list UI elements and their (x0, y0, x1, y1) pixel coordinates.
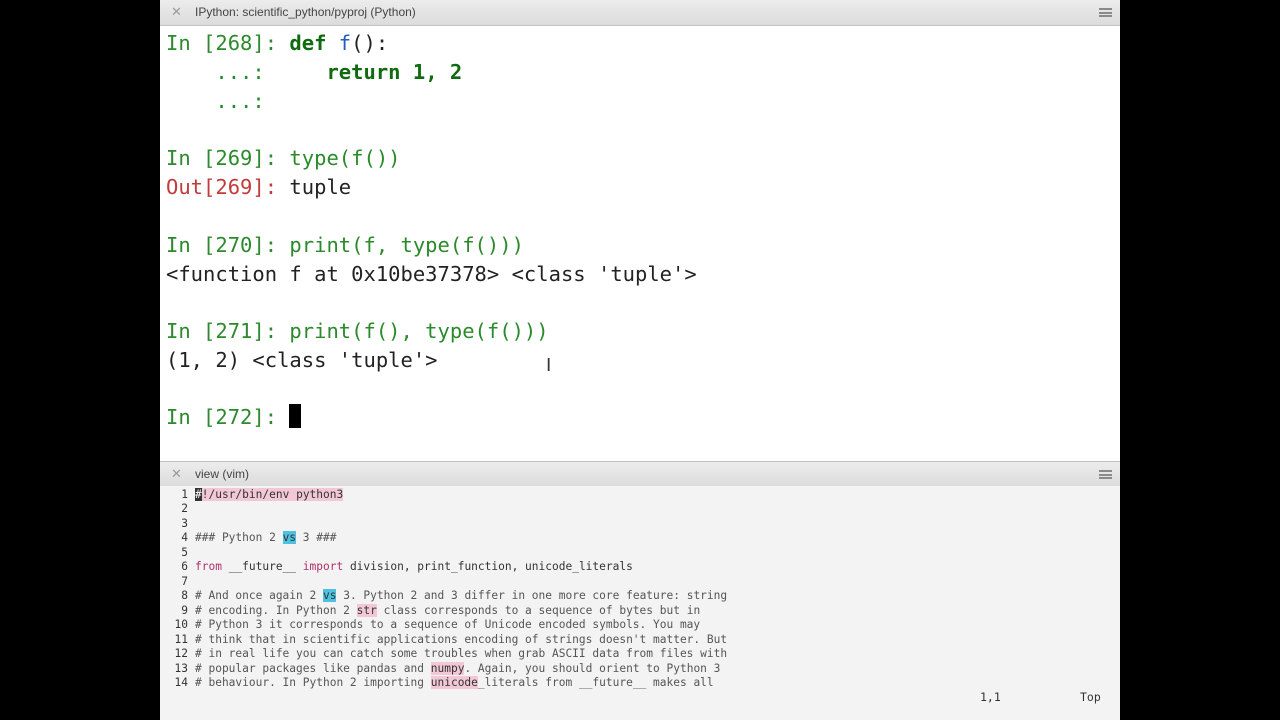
line-number: 8 (181, 589, 188, 602)
code-line: 2 (160, 502, 195, 516)
output-text: tuple (289, 175, 352, 199)
line-number: 13 (174, 662, 188, 675)
close-icon[interactable]: ✕ (171, 466, 182, 482)
code-line: 3 (160, 517, 195, 531)
ipython-pane-titlebar: ✕ IPython: scientific_python/pyproj (Pyt… (160, 0, 1120, 26)
in-prompt: In [271]: (166, 319, 290, 343)
line-number: 9 (181, 604, 188, 617)
code: (): (351, 31, 389, 55)
code-line: 12 # in real life you can catch some trou… (160, 647, 728, 661)
code-line: 9 # encoding. In Python 2 str class corre… (160, 604, 700, 618)
line-number: 4 (181, 531, 188, 544)
pane-title: view (vim) (195, 467, 249, 481)
comment: # in real life you can catch some troubl… (195, 647, 728, 660)
scroll-position: Top (1080, 690, 1101, 704)
code-token: python3 (296, 488, 344, 501)
code: type(f()) (289, 146, 401, 170)
code-line: 14 # behaviour. In Python 2 importing uni… (160, 676, 714, 690)
code-line: 11 # think that in scientific application… (160, 633, 728, 647)
pane-menu-icon[interactable] (1099, 470, 1112, 479)
code-line: 8 # And once again 2 vs 3. Python 2 and 3… (160, 589, 727, 603)
search-highlight: vs (282, 531, 297, 544)
comment: 3. Python 2 and 3 differ in one more cor… (336, 589, 728, 602)
spell-highlight: str (356, 604, 377, 617)
code-line: 10 # Python 3 it corresponds to a sequenc… (160, 618, 701, 632)
keyword: def (289, 31, 327, 55)
output-line: Out[269]: tuple (166, 173, 351, 202)
in-prompt: In [270]: (166, 233, 290, 257)
pane-menu-icon[interactable] (1099, 8, 1112, 17)
input-line: In [268]: def f(): (166, 29, 388, 58)
comment: 3 ### (296, 531, 337, 544)
continuation-prompt: ...: (166, 60, 278, 84)
continuation-line: ...: return 1, 2 (166, 58, 462, 87)
line-number: 3 (181, 517, 188, 530)
in-prompt: In [269]: (166, 146, 290, 170)
comment: _literals from __future__ makes all (477, 676, 714, 689)
spell-highlight: numpy (430, 662, 465, 675)
continuation-prompt: ...: (166, 89, 278, 113)
input-line: In [269]: type(f()) (166, 144, 401, 173)
output-line: (1, 2) <class 'tuple'> (166, 346, 438, 375)
close-icon[interactable]: ✕ (171, 4, 182, 20)
code-line: 7 (160, 575, 195, 589)
code: print(f(), type(f())) (289, 319, 549, 343)
pane-title: IPython: scientific_python/pyproj (Pytho… (195, 5, 416, 19)
output-text: <function f at 0x10be37378> <class 'tupl… (166, 262, 697, 286)
code-line: 5 (160, 546, 195, 560)
cursor-position: 1,1 (980, 690, 1001, 704)
code-token: env (269, 488, 290, 501)
comment: class corresponds to a sequence of bytes… (376, 604, 701, 617)
line-number: 11 (174, 633, 188, 646)
line-number: 14 (174, 676, 188, 689)
code: return 1, 2 (277, 60, 463, 84)
comment: # encoding. In Python 2 (195, 604, 357, 617)
code-line: 13 # popular packages like pandas and num… (160, 662, 720, 676)
comment: # And once again 2 (195, 589, 323, 602)
code-line: 6 from __future__ import division, print_… (160, 560, 633, 574)
text-cursor (289, 404, 302, 428)
function-name: f (338, 31, 352, 55)
search-highlight: vs (322, 589, 337, 602)
output-line: <function f at 0x10be37378> <class 'tupl… (166, 260, 697, 289)
input-line: In [271]: print(f(), type(f())) (166, 317, 549, 346)
code: print(f, type(f())) (289, 233, 524, 257)
spell-highlight: unicode (430, 676, 478, 689)
comment: ### Python 2 (195, 531, 283, 544)
editor-window: ✕ IPython: scientific_python/pyproj (Pyt… (160, 0, 1120, 720)
comment: # think that in scientific applications … (195, 633, 728, 646)
code-line: 4 ### Python 2 vs 3 ### (160, 531, 336, 545)
line-number: 12 (174, 647, 188, 660)
input-line: In [270]: print(f, type(f())) (166, 231, 524, 260)
line-number: 6 (181, 560, 188, 573)
comment: # behaviour. In Python 2 importing (195, 676, 431, 689)
out-prompt: Out[269]: (166, 175, 290, 199)
comment: # Python 3 it corresponds to a sequence … (195, 618, 701, 631)
vim-editor[interactable]: 1 #!/usr/bin/env python3 2 3 4 ### Python … (160, 486, 1120, 720)
in-prompt: In [268]: (166, 31, 290, 55)
comment: . Again, you should orient to Python 3 (464, 662, 721, 675)
vim-pane-titlebar: ✕ view (vim) (160, 461, 1120, 487)
code-line: 1 #!/usr/bin/env python3 (160, 488, 344, 502)
code-token: __future__ (221, 560, 303, 573)
vim-cursor: # (195, 488, 202, 501)
line-number: 2 (181, 502, 188, 515)
comment: # popular packages like pandas and (195, 662, 431, 675)
keyword: from (195, 560, 222, 573)
in-prompt: In [272]: (166, 405, 290, 429)
line-number: 1 (181, 488, 188, 501)
continuation-line: ...: (166, 87, 277, 116)
code-token: !/usr/bin/ (201, 488, 270, 501)
ipython-console[interactable]: In [268]: def f(): ...: return 1, 2 ...:… (160, 26, 1120, 460)
input-line[interactable]: In [272]: (166, 403, 302, 432)
ibeam-cursor-icon: I (546, 355, 552, 376)
line-number: 7 (181, 575, 188, 588)
output-text: (1, 2) <class 'tuple'> (166, 348, 438, 372)
keyword: import (302, 560, 344, 573)
line-number: 5 (181, 546, 188, 559)
line-number: 10 (174, 618, 188, 631)
code-token: division, print_function, unicode_litera… (343, 560, 633, 573)
